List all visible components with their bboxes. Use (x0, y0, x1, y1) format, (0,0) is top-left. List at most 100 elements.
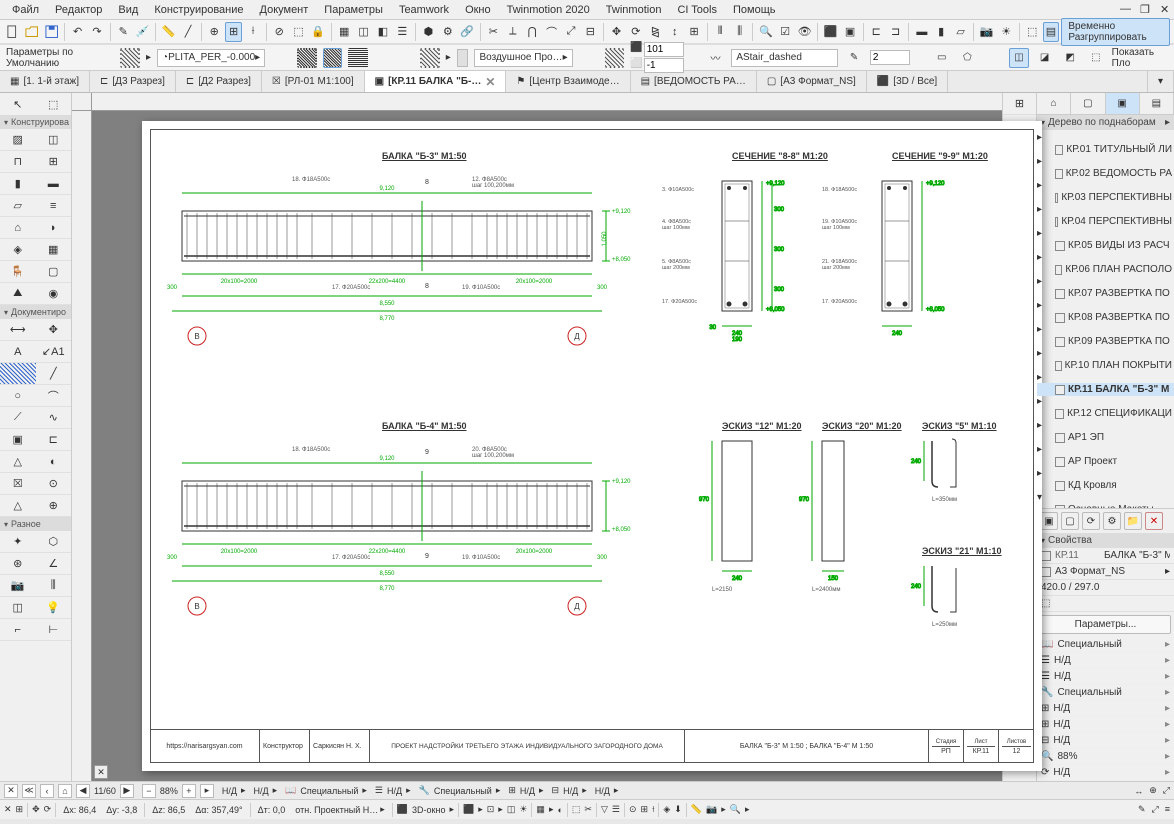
opt-special-2[interactable]: Специальный (434, 786, 492, 796)
mirror-icon[interactable]: ⧎ (647, 22, 664, 42)
guide-icon[interactable]: ⟊ (244, 22, 261, 42)
fill-1-icon[interactable] (297, 48, 317, 68)
dimension-icon[interactable]: ⟷ (0, 319, 36, 341)
detail-icon[interactable]: ⊙ (36, 473, 72, 495)
nav-item[interactable]: АР1 ЭП (1037, 431, 1174, 444)
opening-icon[interactable]: ◫ (0, 597, 36, 619)
multiply-icon[interactable]: ⊞ (685, 22, 702, 42)
nav-prev-icon[interactable]: ‹ (40, 784, 54, 798)
align-icon[interactable]: ⫴ (712, 22, 729, 42)
fill-select[interactable]: Воздушное Про… ▸ (474, 49, 572, 67)
toolbox-design-header[interactable]: Конструирова (0, 115, 71, 129)
line-pen-icon[interactable]: ✎ (844, 48, 864, 68)
line-tool-icon[interactable]: ╱ (36, 363, 72, 385)
property-row[interactable]: ☰Н/Д▸ (1037, 669, 1174, 685)
section-tool-icon[interactable]: ⊏ (868, 22, 885, 42)
fill-2-icon[interactable] (323, 48, 343, 68)
wall-tool-icon[interactable]: ▨ (0, 129, 36, 151)
change-icon[interactable]: △ (0, 495, 36, 517)
menu-tm[interactable]: Twinmotion (598, 2, 670, 18)
intersect-icon[interactable]: ⋂ (524, 22, 541, 42)
line-type-icon[interactable]: 〰 (706, 48, 726, 68)
group-icon[interactable]: ⬚ (290, 22, 307, 42)
canvas-close-icon[interactable]: ✕ (94, 765, 108, 779)
nav-project-icon[interactable]: ⌂ (1037, 93, 1071, 114)
sb-persp-icon[interactable]: ⊡ (487, 804, 495, 815)
property-row[interactable]: ⊟Н/Д▸ (1037, 733, 1174, 749)
nav-layout-icon[interactable]: ▣ (1106, 93, 1140, 114)
sb-axo-icon[interactable]: ◫ (507, 804, 516, 815)
geom-method-2-icon[interactable]: ⬠ (958, 48, 978, 68)
open-icon[interactable] (23, 22, 40, 42)
tab-plan[interactable]: ▦ [1. 1-й этаж] (0, 71, 90, 92)
morph-icon[interactable]: ◉ (36, 283, 72, 305)
show-floorplan-button[interactable]: Показать Пло (1112, 47, 1155, 69)
marquee-tool-icon[interactable]: ⬚ (36, 93, 72, 115)
sb-close-icon[interactable]: ✕ (4, 804, 12, 815)
trace-icon[interactable]: ▦ (335, 22, 352, 42)
sb-grid-icon[interactable]: ⊞ (641, 804, 649, 815)
sb-render-icon[interactable]: ▦ (536, 804, 545, 815)
drag-icon[interactable]: ✥ (608, 22, 625, 42)
tab-center[interactable]: ⚑ [Центр Взаимоде… (506, 71, 630, 92)
opt-special-1[interactable]: Специальный (300, 786, 358, 796)
menu-ci[interactable]: CI Tools (669, 2, 725, 18)
beam-icon[interactable]: ▬ (36, 173, 72, 195)
linetype-select[interactable]: AStair_dashed (731, 49, 838, 67)
sb-layers-icon[interactable]: ☰ (612, 804, 620, 815)
camera-tool-icon[interactable]: 📷 (0, 575, 36, 597)
sb-menu-icon[interactable]: ≡ (1165, 804, 1170, 815)
elevation-icon[interactable]: △ (0, 451, 36, 473)
zoom-out-icon[interactable]: − (142, 784, 156, 798)
angle-icon[interactable]: ∠ (36, 553, 72, 575)
sb-edit-icon[interactable]: ✎ (1138, 804, 1146, 815)
slab-icon[interactable]: ▱ (0, 195, 36, 217)
nav-item[interactable]: Основные Макеты (1037, 503, 1174, 508)
nav-item[interactable]: КР.09 РАЗВЕРТКА ПО (1037, 335, 1174, 348)
ruler-origin[interactable] (72, 93, 92, 111)
lock-icon[interactable]: 🔒 (309, 22, 326, 42)
tab-close-icon[interactable]: ✕ (485, 75, 495, 89)
nav-first-icon[interactable]: ≪ (22, 784, 36, 798)
tab-worksheet[interactable]: ☒ [РЛ-01 M1:100] (262, 71, 365, 92)
sb-cutplane-icon[interactable]: ✂ (584, 804, 592, 815)
nav-item[interactable]: КР.06 ПЛАН РАСПОЛО (1037, 263, 1174, 276)
ruler-icon[interactable]: ╱ (179, 22, 196, 42)
nav-item[interactable]: КР.11 БАЛКА "Б-3" М (1037, 383, 1174, 396)
nav-new-layout-icon[interactable]: ▣ (1040, 512, 1058, 530)
mesh-icon[interactable]: ⛰ (0, 283, 36, 305)
corner-w-icon[interactable]: ⌐ (0, 619, 36, 641)
nav-new-master-icon[interactable]: ▢ (1061, 512, 1079, 530)
menu-options[interactable]: Параметры (316, 2, 391, 18)
3d-window-icon[interactable]: ⬛ (822, 22, 839, 42)
circle-tool-icon[interactable]: ○ (0, 385, 36, 407)
property-row[interactable]: ☰Н/Д▸ (1037, 653, 1174, 669)
fill-type-icon[interactable] (420, 48, 440, 68)
nav-item[interactable]: КР.12 СПЕЦИФИКАЦИ (1037, 407, 1174, 420)
nav-publisher-icon[interactable]: ▤ (1140, 93, 1174, 114)
door-tool-icon[interactable]: ⊓ (0, 151, 36, 173)
settings-button[interactable]: Параметры... (1040, 615, 1171, 634)
sb-trace-icon[interactable]: ◈ (663, 804, 670, 815)
layer-select[interactable]: ◔ PLITA_PER_-0.000 ▸ (157, 49, 265, 67)
undo-icon[interactable]: ↶ (69, 22, 86, 42)
distrib-icon[interactable]: ⫼ (731, 22, 748, 42)
tab-section-d3[interactable]: ⊏ [Д3 Разрез] (90, 71, 176, 92)
split-icon[interactable]: ⊟ (582, 22, 599, 42)
nav-home-icon[interactable]: ⌂ (58, 784, 72, 798)
maximize-button[interactable]: ❐ (1132, 1, 1150, 18)
fill-3-icon[interactable] (348, 48, 368, 68)
sb-camera-icon[interactable]: 📷 (706, 804, 717, 815)
drawing-canvas[interactable]: БАЛКА "Б-3" M1:50 СЕЧЕНИЕ "8-8" M1:20 СЕ… (72, 93, 1002, 781)
stair-icon[interactable]: ≡ (36, 195, 72, 217)
tab-master[interactable]: ▢ [А3 Формат_NS] (757, 71, 867, 92)
parameters-icon[interactable]: ⚙ (439, 22, 456, 42)
layers-icon[interactable]: ☰ (394, 22, 411, 42)
const-method-1-icon[interactable]: ◫ (1009, 48, 1029, 68)
floorplan-icon[interactable]: ▣ (841, 22, 858, 42)
nav-delete-icon[interactable]: ✕ (1145, 512, 1163, 530)
nav-item[interactable]: КР.07 РАЗВЕРТКА ПО (1037, 287, 1174, 300)
elevation-tool-icon[interactable]: ⊐ (887, 22, 904, 42)
zone-icon[interactable]: ▢ (36, 261, 72, 283)
label-icon[interactable]: ↙A1 (36, 341, 72, 363)
